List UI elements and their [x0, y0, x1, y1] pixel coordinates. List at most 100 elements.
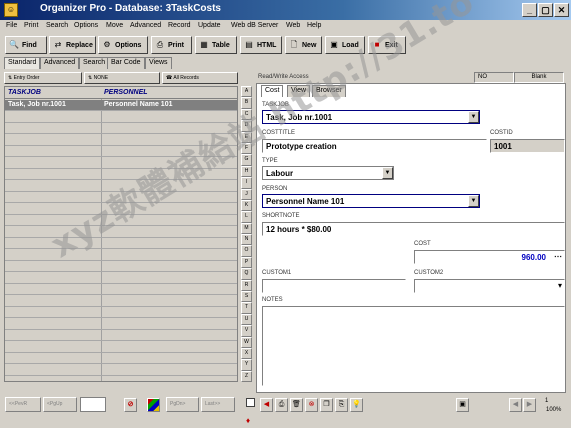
all-records-button[interactable]: ☎ All Records: [162, 72, 238, 84]
maximize-button[interactable]: ▢: [538, 3, 553, 17]
tab-standard[interactable]: Standard: [4, 57, 41, 69]
alpha-s[interactable]: S: [241, 291, 252, 303]
minimize-button[interactable]: _: [522, 3, 537, 17]
table-button[interactable]: ▦ Table: [195, 36, 237, 54]
print-button[interactable]: ⎙ Print: [151, 36, 192, 54]
new-button[interactable]: 🗋 New: [285, 36, 322, 54]
delete-icon[interactable]: 🗑: [290, 398, 303, 412]
last-record-button[interactable]: Last>>: [201, 397, 235, 412]
table-row[interactable]: [5, 192, 237, 203]
menu-file[interactable]: File: [6, 22, 17, 29]
record-number-input[interactable]: [80, 397, 106, 412]
table-row[interactable]: [5, 227, 237, 238]
alpha-e[interactable]: E: [241, 131, 252, 143]
tab-browser[interactable]: Browser: [312, 85, 346, 97]
table-row[interactable]: [5, 365, 237, 376]
table-row[interactable]: [5, 273, 237, 284]
index-none-button[interactable]: ⇅ NONE: [84, 72, 160, 84]
alpha-x[interactable]: X: [241, 347, 252, 360]
alpha-f[interactable]: F: [241, 142, 252, 155]
custom2-field[interactable]: ▾: [414, 279, 565, 293]
table-row[interactable]: [5, 215, 237, 226]
table-row[interactable]: [5, 123, 237, 134]
person-combo[interactable]: Personnel Name 101 ▼: [262, 194, 480, 208]
lightbulb-icon[interactable]: 💡: [350, 398, 363, 412]
find-button[interactable]: 🔍 Find: [5, 36, 47, 54]
dropdown-arrow-icon[interactable]: ▼: [382, 167, 393, 179]
table-row[interactable]: [5, 296, 237, 307]
table-row[interactable]: [5, 158, 237, 169]
menu-record[interactable]: Record: [168, 22, 191, 29]
stop-icon[interactable]: ⊘: [124, 398, 137, 412]
menu-web-db-server[interactable]: Web dB Server: [231, 22, 278, 29]
checkbox[interactable]: [246, 398, 255, 407]
header-personnel[interactable]: PERSONNEL: [104, 89, 148, 96]
table-row[interactable]: Task, Job nr.1001 Personnel Name 101: [5, 100, 237, 111]
copy-icon[interactable]: ❐: [320, 398, 333, 412]
records-grid[interactable]: TASKJOB PERSONNEL Task, Job nr.1001 Pers…: [4, 86, 238, 382]
alpha-m[interactable]: M: [241, 222, 252, 235]
alpha-w[interactable]: W: [241, 336, 252, 348]
next-icon[interactable]: ▶: [523, 398, 536, 412]
dropdown-arrow-icon[interactable]: ▾: [558, 281, 562, 290]
alpha-n[interactable]: N: [241, 234, 252, 246]
table-row[interactable]: [5, 284, 237, 295]
menu-print[interactable]: Print: [24, 22, 38, 29]
tab-cost[interactable]: Cost: [261, 85, 284, 97]
costtitle-field[interactable]: Prototype creation: [262, 139, 487, 153]
alpha-i[interactable]: I: [241, 177, 252, 189]
alpha-b[interactable]: B: [241, 97, 252, 109]
header-taskjob[interactable]: TASKJOB: [8, 89, 41, 96]
table-row[interactable]: [5, 181, 237, 192]
alpha-l[interactable]: L: [241, 211, 252, 223]
table-row[interactable]: [5, 135, 237, 146]
window-icon[interactable]: ▣: [456, 398, 469, 412]
table-row[interactable]: [5, 169, 237, 180]
exit-button[interactable]: ■ Exit: [368, 36, 406, 54]
tab-search[interactable]: Search: [79, 57, 110, 69]
alpha-q[interactable]: Q: [241, 268, 252, 280]
table-row[interactable]: [5, 342, 237, 353]
close-button[interactable]: ✕: [554, 3, 569, 17]
page-down-button[interactable]: PgDn>: [166, 397, 199, 412]
table-row[interactable]: [5, 307, 237, 318]
replace-button[interactable]: ⇄ Replace: [49, 36, 96, 54]
table-row[interactable]: [5, 146, 237, 157]
menu-options[interactable]: Options: [74, 22, 98, 29]
taskjob-combo[interactable]: Task, Job nr.1001 ▼: [262, 110, 480, 124]
colors-icon[interactable]: [147, 398, 160, 412]
tab-view[interactable]: View: [287, 85, 311, 97]
notes-textarea[interactable]: [262, 306, 565, 386]
table-row[interactable]: [5, 112, 237, 123]
page-up-button[interactable]: <PgUp: [43, 397, 77, 412]
table-row[interactable]: [5, 330, 237, 341]
menu-advanced[interactable]: Advanced: [130, 22, 161, 29]
alpha-c[interactable]: C: [241, 108, 252, 121]
alpha-j[interactable]: J: [241, 188, 252, 200]
alpha-h[interactable]: H: [241, 165, 252, 178]
print-icon[interactable]: ⎙: [275, 398, 288, 412]
alpha-k[interactable]: K: [241, 199, 252, 212]
attach-icon[interactable]: ⎘: [335, 398, 348, 412]
tab-bar-code[interactable]: Bar Code: [107, 57, 145, 69]
tab-views[interactable]: Views: [145, 57, 172, 69]
load-button[interactable]: ▣ Load: [325, 36, 365, 54]
alpha-v[interactable]: V: [241, 325, 252, 337]
alpha-y[interactable]: Y: [241, 359, 252, 371]
alpha-o[interactable]: O: [241, 245, 252, 257]
table-row[interactable]: [5, 204, 237, 215]
table-row[interactable]: [5, 353, 237, 364]
shortnote-field[interactable]: 12 hours * $80.00: [262, 222, 565, 236]
alpha-t[interactable]: T: [241, 302, 252, 314]
table-row[interactable]: [5, 250, 237, 261]
previous-record-button[interactable]: <<PevR: [5, 397, 41, 412]
dropdown-arrow-icon[interactable]: ▼: [468, 195, 479, 207]
custom1-field[interactable]: [262, 279, 406, 293]
alpha-g[interactable]: G: [241, 154, 252, 166]
options-button[interactable]: ⚙ Options: [98, 36, 148, 54]
entry-order-button[interactable]: ⇅ Entry Order: [4, 72, 82, 84]
html-button[interactable]: ▤ HTML: [240, 36, 282, 54]
dropdown-arrow-icon[interactable]: ▼: [468, 111, 479, 123]
alpha-a[interactable]: A: [241, 86, 252, 98]
record-icon[interactable]: ⊗: [305, 398, 318, 412]
